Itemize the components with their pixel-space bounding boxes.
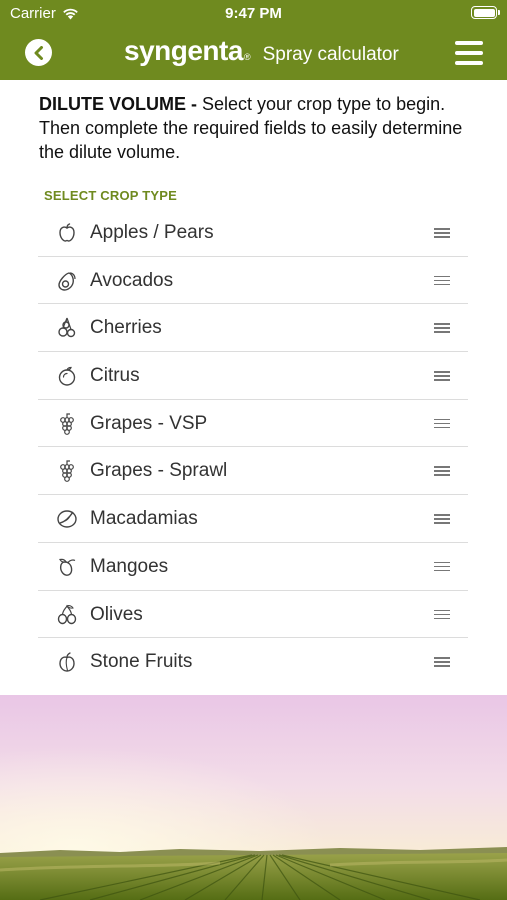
registered-mark: ®	[243, 52, 251, 62]
drag-handle-icon[interactable]	[434, 466, 450, 477]
crop-label: Cherries	[90, 317, 162, 339]
grapes-icon	[60, 413, 74, 435]
intro-text: DILUTE VOLUME - Select your crop type to…	[39, 92, 479, 164]
crop-row-grapes-sprawl[interactable]: Grapes - Sprawl	[38, 447, 468, 496]
crop-row-olives[interactable]: Olives	[38, 591, 468, 639]
crop-row-stone-fruits[interactable]: Stone Fruits	[38, 638, 468, 686]
drag-handle-icon[interactable]	[434, 514, 450, 524]
crop-label: Olives	[90, 603, 143, 625]
cherries-icon	[58, 318, 76, 338]
drag-handle-icon[interactable]	[434, 275, 450, 286]
crop-label: Apples / Pears	[90, 222, 214, 243]
crop-row-grapes-vsp[interactable]: Grapes - VSP	[38, 400, 468, 448]
olives-icon	[57, 604, 77, 624]
app-title: Spray calculator	[262, 44, 399, 65]
status-time: 9:47 PM	[225, 5, 282, 22]
section-label: SELECT CROP TYPE	[44, 188, 177, 203]
crop-list: Apples / Pears Avocados Cherries Citrus	[38, 209, 468, 686]
drag-handle-icon[interactable]	[434, 561, 450, 572]
crop-row-mangoes[interactable]: Mangoes	[38, 543, 468, 591]
drag-handle-icon[interactable]	[434, 657, 450, 667]
crop-label: Avocados	[90, 269, 174, 291]
drag-handle-icon[interactable]	[434, 228, 450, 238]
drag-handle-icon[interactable]	[434, 609, 450, 620]
back-button[interactable]	[25, 39, 52, 66]
crop-label: Grapes - VSP	[90, 412, 208, 434]
nav-bar: syngenta ® Spray calculator	[0, 28, 507, 80]
drag-handle-icon[interactable]	[434, 371, 450, 381]
status-bar: Carrier 9:47 PM	[0, 0, 507, 28]
chevron-left-icon	[34, 45, 43, 60]
crop-label: Stone Fruits	[90, 651, 193, 673]
brand: syngenta ® Spray calculator	[124, 35, 399, 67]
crop-row-avocados[interactable]: Avocados	[38, 257, 468, 305]
syngenta-logo: syngenta	[124, 35, 243, 66]
crop-row-cherries[interactable]: Cherries	[38, 304, 468, 353]
citrus-icon	[58, 366, 76, 386]
intro-heading: DILUTE VOLUME -	[39, 94, 197, 114]
crop-row-apples-pears[interactable]: Apples / Pears	[38, 209, 468, 257]
drag-handle-icon[interactable]	[434, 323, 450, 333]
crop-label: Macadamias	[90, 508, 198, 530]
battery-icon	[471, 6, 500, 19]
hamburger-icon	[455, 41, 483, 45]
crop-label: Mangoes	[90, 555, 169, 577]
grapes-icon	[60, 460, 74, 483]
crop-label: Grapes - Sprawl	[90, 460, 228, 482]
avocado-icon	[58, 271, 76, 291]
macadamia-icon	[57, 510, 77, 528]
crop-label: Citrus	[90, 365, 140, 387]
drag-handle-icon[interactable]	[434, 418, 450, 429]
mango-icon	[59, 558, 76, 576]
crop-row-macadamias[interactable]: Macadamias	[38, 495, 468, 543]
menu-button[interactable]	[455, 41, 483, 65]
apple-icon	[59, 223, 75, 242]
farmland-background-image	[0, 695, 507, 900]
crop-row-citrus[interactable]: Citrus	[38, 352, 468, 400]
stone-fruit-icon	[59, 652, 75, 672]
